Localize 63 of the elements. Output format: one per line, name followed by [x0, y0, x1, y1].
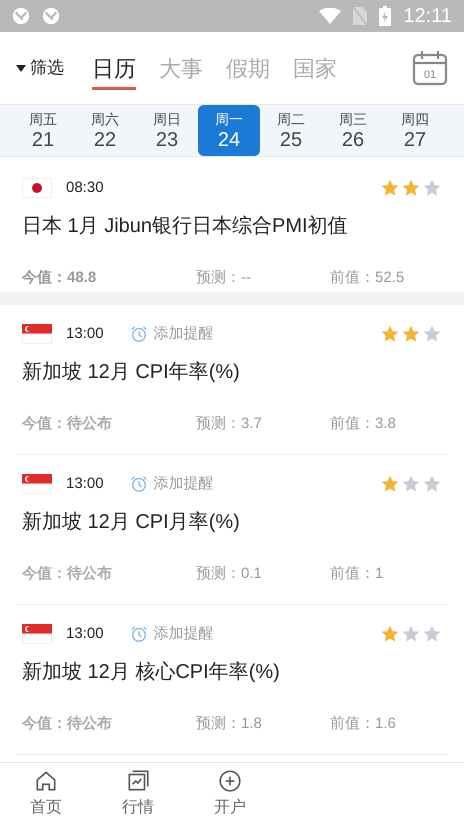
star-icon	[380, 324, 400, 344]
wifi-icon	[319, 8, 342, 24]
app-notification-icon	[12, 7, 30, 25]
day-tab[interactable]: 周四 27	[384, 105, 446, 156]
star-icon	[422, 324, 442, 344]
battery-charging-icon	[379, 6, 392, 26]
star-icon	[401, 178, 421, 198]
star-icon	[422, 474, 442, 494]
star-icon	[401, 474, 421, 494]
event-time: 13:00	[66, 474, 104, 494]
event-card[interactable]: 13:00 添加提醒 新加坡 12月 核心CPI年率(%) 今值：待公布 预测：1.8 前值：1.6	[16, 605, 448, 755]
previous-value: 前值：3.8	[330, 414, 396, 434]
previous-value: 前值：1.6	[330, 714, 396, 734]
day-tab[interactable]: 周五 21	[12, 105, 74, 156]
actual-value: 今值：待公布	[22, 714, 113, 734]
flag-icon	[22, 624, 52, 644]
flag-icon	[22, 474, 52, 494]
app-notification-icon	[42, 7, 60, 25]
caret-icon	[16, 64, 26, 72]
clock-text: 12:11	[403, 4, 452, 29]
flag-icon	[22, 178, 52, 198]
event-time: 08:30	[66, 178, 104, 198]
star-icon	[380, 624, 400, 644]
previous-value: 前值：1	[330, 564, 384, 584]
star-icon	[422, 624, 442, 644]
nav-tab[interactable]: 行情	[92, 763, 184, 824]
actual-value: 今值：待公布	[22, 564, 113, 584]
actual-value: 今值：待公布	[22, 414, 113, 434]
star-icon	[401, 324, 421, 344]
filter-button[interactable]: 筛选	[16, 55, 64, 81]
tab[interactable]: 日历	[92, 46, 136, 90]
alarm-clock-icon	[130, 625, 148, 643]
star-icon	[401, 624, 421, 644]
forecast-value: 预测：0.1	[196, 564, 263, 584]
day-tab[interactable]: 周一 24	[198, 105, 260, 156]
plus-icon	[217, 768, 243, 794]
forecast-value: 预测：1.8	[196, 714, 263, 734]
day-tab[interactable]: 周二 25	[260, 105, 322, 156]
event-title: 日本 1月 Jibun银行日本综合PMI初值	[22, 214, 349, 239]
forecast-value: 预测：--	[196, 268, 252, 288]
event-title: 新加坡 12月 CPI年率(%)	[22, 360, 241, 385]
event-card[interactable]: 13:00 添加提醒 新加坡 12月 CPI年率(%) 今值：待公布 预测：3.7 前值：3.8	[16, 305, 448, 455]
star-icon	[380, 178, 400, 198]
actual-value: 今值：48.8	[22, 268, 98, 288]
alarm-clock-icon	[130, 475, 148, 493]
star-icon	[380, 474, 400, 494]
event-time: 13:00	[66, 624, 104, 644]
no-sim-icon	[353, 7, 368, 25]
nav-tab[interactable]: 开户	[184, 763, 276, 824]
nav-tab[interactable]: 首页	[0, 763, 92, 824]
event-card[interactable]: 08:30 日本 1月 Jibun银行日本综合PMI初值 今值：48.8 预测：-- 前值：52.5	[0, 157, 464, 305]
day-tab[interactable]: 周三 26	[322, 105, 384, 156]
day-tab[interactable]: 周六 22	[74, 105, 136, 156]
alarm-clock-icon	[130, 325, 148, 343]
event-card[interactable]: 13:00 添加提醒 新加坡 12月 CPI月率(%) 今值：待公布 预测：0.1 前值：1	[16, 455, 448, 605]
event-title: 新加坡 12月 核心CPI年率(%)	[22, 660, 281, 685]
previous-value: 前值：52.5	[330, 268, 404, 288]
day-tab[interactable]: 周日 23	[136, 105, 198, 156]
event-time: 13:00	[66, 324, 104, 344]
event-title: 新加坡 12月 CPI月率(%)	[22, 510, 241, 535]
flag-icon	[22, 324, 52, 344]
forecast-value: 预测：3.7	[196, 414, 263, 434]
star-icon	[422, 178, 442, 198]
